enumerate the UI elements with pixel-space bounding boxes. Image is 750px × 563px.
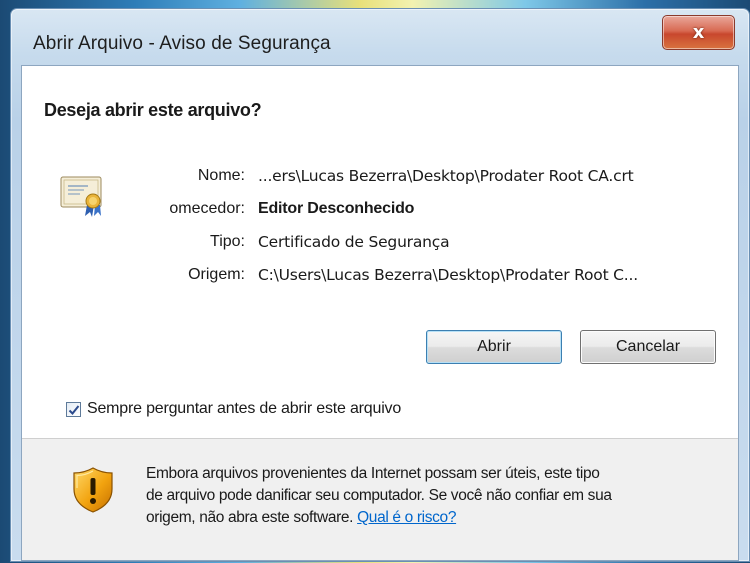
check-icon [68,404,80,415]
cancel-button[interactable]: Cancelar [580,330,716,364]
field-name-row: Nome: ...ers\Lucas Bezerra\Desktop\Proda… [22,167,738,189]
always-ask-checkbox[interactable] [66,401,81,417]
warning-line: Embora arquivos provenientes da Internet… [146,465,600,482]
field-origin-row: Origem: C:\Users\Lucas Bezerra\Desktop\P… [22,266,738,288]
file-name-value: ...ers\Lucas Bezerra\Desktop\Prodater Ro… [258,167,634,185]
field-label: Origem: [188,266,245,283]
dialog-body: Deseja abrir este arquivo? Nome: ...ers\… [21,65,739,561]
always-ask-option[interactable]: Sempre perguntar antes de abrir este arq… [66,397,401,421]
window-title: Abrir Arquivo - Aviso de Segurança [33,33,331,54]
warning-message: Embora arquivos provenientes da Internet… [146,463,736,529]
field-label: Tipo: [210,233,245,250]
open-button[interactable]: Abrir [426,330,562,364]
warning-line: de arquivo pode danificar seu computador… [146,487,612,504]
warning-line-text: origem, não abra este software. [146,509,358,526]
dialog-heading: Deseja abrir este arquivo? [44,100,262,120]
close-button[interactable]: x [662,15,735,50]
file-type-value: Certificado de Segurança [258,233,450,251]
warning-shield-icon [73,467,113,513]
file-origin-value: C:\Users\Lucas Bezerra\Desktop\Prodater … [258,266,638,284]
close-icon: x [692,22,705,43]
warning-line: origem, não abra este software. Qual é o… [146,507,736,529]
field-publisher-row: omecedor: Editor Desconhecido [22,200,738,222]
title-bar[interactable]: Abrir Arquivo - Aviso de Segurança x [11,9,749,61]
risk-link[interactable]: Qual é o risco? [357,509,456,526]
security-warning-window: Abrir Arquivo - Aviso de Segurança x Des… [10,8,750,562]
field-label: omecedor: [169,200,245,217]
publisher-value: Editor Desconhecido [258,200,415,217]
always-ask-label: Sempre perguntar antes de abrir este arq… [87,400,402,417]
field-type-row: Tipo: Certificado de Segurança [22,233,738,255]
field-label: Nome: [197,167,245,184]
warning-footer: Embora arquivos provenientes da Internet… [22,439,738,560]
